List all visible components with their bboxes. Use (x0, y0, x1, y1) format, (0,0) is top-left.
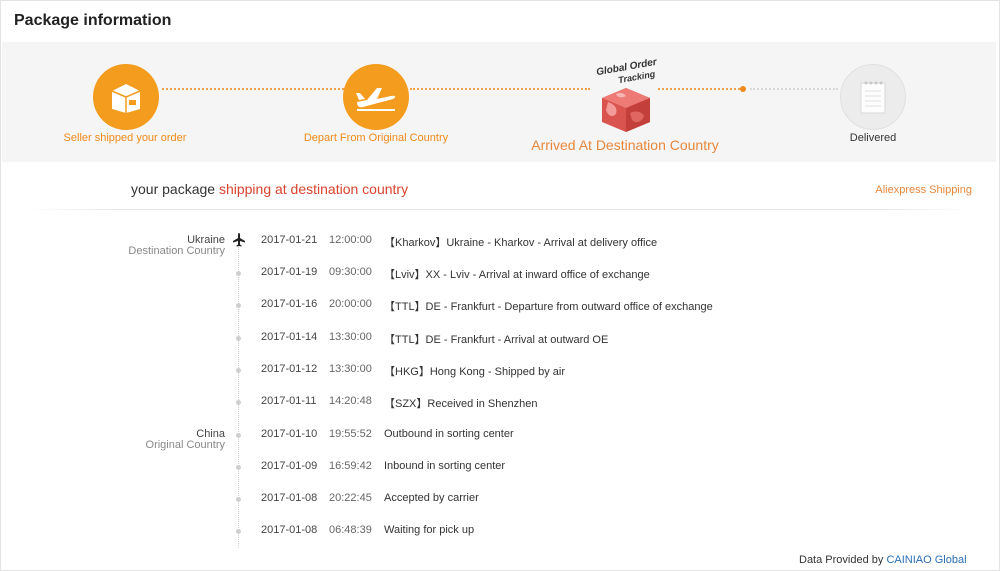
progress-endpoint-dot (740, 86, 746, 92)
tracking-event: 2017-01-08 06:48:39 Waiting for pick up (0, 524, 1000, 540)
event-description: Inbound in sorting center (384, 460, 506, 472)
event-date: 2017-01-08 (261, 524, 318, 536)
event-time: 16:59:42 (329, 460, 372, 472)
data-provider-note: Data Provided by CAINIAO Global (799, 554, 967, 566)
event-date: 2017-01-09 (261, 460, 318, 472)
timeline-dot (236, 529, 241, 534)
tracking-event: 2017-01-12 13:30:00 【HKG】Hong Kong - Shi… (0, 363, 1000, 379)
event-time: 13:30:00 (329, 363, 372, 375)
event-description: Waiting for pick up (384, 524, 475, 536)
event-date: 2017-01-16 (261, 298, 318, 310)
package-status-summary: your package shipping at destination cou… (131, 181, 408, 197)
event-date: 2017-01-12 (261, 363, 318, 375)
event-description: 【Kharkov】Ukraine - Kharkov - Arrival at … (384, 237, 658, 249)
event-time: 20:00:00 (329, 298, 372, 310)
summary-prefix: your package (131, 181, 216, 197)
event-description: 【TTL】DE - Frankfurt - Arrival at outward… (384, 334, 609, 346)
provider-prefix: Data Provided by (799, 554, 884, 566)
event-time: 13:30:00 (329, 331, 372, 343)
progress-connector (162, 88, 344, 90)
tracking-event: 2017-01-21 12:00:00 【Kharkov】Ukraine - K… (0, 232, 1000, 250)
timeline-dot (236, 336, 241, 341)
timeline-dot (236, 368, 241, 373)
box-icon (93, 64, 159, 130)
event-description: 【HKG】Hong Kong - Shipped by air (384, 366, 565, 378)
summary-status: shipping at destination country (218, 181, 409, 197)
progress-connector (410, 88, 590, 90)
page-title: Package information (14, 12, 172, 29)
timeline-dot (236, 497, 241, 502)
airplane-icon (231, 232, 247, 248)
tracking-event: 2017-01-16 20:00:00 【TTL】DE - Frankfurt … (0, 298, 1000, 314)
tracking-event: 2017-01-09 16:59:42 Inbound in sorting c… (0, 460, 1000, 476)
tracking-event: 2017-01-10 19:55:52 Outbound in sorting … (0, 428, 1000, 444)
step-label-delivered: Delivered (849, 132, 897, 144)
timeline-dot (236, 271, 241, 276)
progress-connector-pending (750, 88, 838, 90)
event-description: 【Lviv】XX - Lviv - Arrival at inward offi… (384, 269, 650, 281)
event-time: 20:22:45 (329, 492, 372, 504)
step-label-arrived: Arrived At Destination Country (531, 137, 719, 153)
event-time: 12:00:00 (329, 234, 372, 246)
event-date: 2017-01-21 (261, 234, 318, 246)
event-description: Outbound in sorting center (384, 428, 514, 440)
timeline-dot (236, 465, 241, 470)
provider-link[interactable]: CAINIAO Global (886, 554, 966, 566)
step-label-seller-shipped: Seller shipped your order (63, 132, 187, 144)
global-order-tracking-icon: Global Order Tracking (590, 57, 662, 132)
progress-tracker: Seller shipped your order Depart From Or… (2, 42, 996, 162)
event-time: 06:48:39 (329, 524, 372, 536)
airplane-icon (343, 64, 409, 130)
timeline-dot (236, 433, 241, 438)
event-time: 09:30:00 (329, 266, 372, 278)
event-description: 【SZX】Received in Shenzhen (384, 398, 538, 410)
event-time: 14:20:48 (329, 395, 372, 407)
event-date: 2017-01-10 (261, 428, 318, 440)
divider (26, 209, 972, 210)
tracking-event: 2017-01-11 14:20:48 【SZX】Received in She… (0, 395, 1000, 411)
event-date: 2017-01-08 (261, 492, 318, 504)
timeline-dot (236, 303, 241, 308)
progress-connector (658, 88, 744, 90)
carrier-link[interactable]: Aliexpress Shipping (875, 184, 972, 196)
tracking-event: 2017-01-08 20:22:45 Accepted by carrier (0, 492, 1000, 508)
event-description: Accepted by carrier (384, 492, 479, 504)
event-date: 2017-01-19 (261, 266, 318, 278)
event-date: 2017-01-11 (261, 395, 317, 407)
timeline-dot (236, 400, 241, 405)
event-time: 19:55:52 (329, 428, 372, 440)
step-label-depart: Depart From Original Country (303, 132, 449, 144)
tracking-event: 2017-01-14 13:30:00 【TTL】DE - Frankfurt … (0, 331, 1000, 347)
event-date: 2017-01-14 (261, 331, 318, 343)
tracking-event: 2017-01-19 09:30:00 【Lviv】XX - Lviv - Ar… (0, 266, 1000, 282)
notepad-icon (840, 64, 906, 130)
event-description: 【TTL】DE - Frankfurt - Departure from out… (384, 301, 713, 313)
